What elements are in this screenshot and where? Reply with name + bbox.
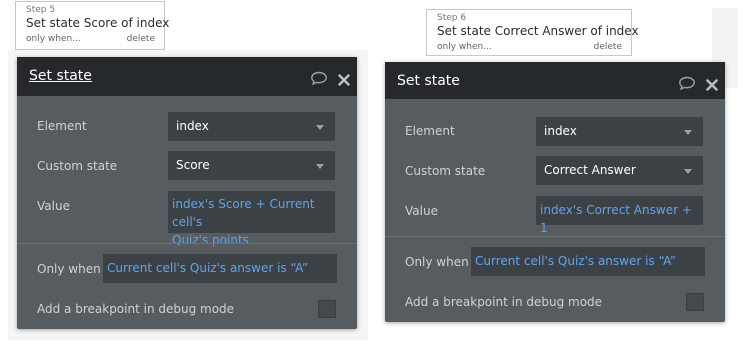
step-card-5[interactable]: Step 5 Set state Score of index only whe… — [15, 1, 170, 50]
value-expression[interactable]: index's Correct Answer + 1 — [536, 196, 703, 235]
delete-link[interactable]: delete — [594, 41, 622, 53]
speech-bubble-icon[interactable] — [678, 75, 696, 94]
step-card-6[interactable]: Step 6 Set state Correct Answer of index… — [426, 9, 639, 56]
step-title: Set state Correct Answer of index — [437, 24, 639, 38]
custom-state-dropdown[interactable]: Score — [168, 151, 335, 180]
only-when-expression[interactable]: Current cell's Quiz's answer is “A” — [471, 247, 705, 276]
panel-header: Set state — [385, 62, 725, 99]
custom-state-value: Correct Answer — [544, 163, 636, 177]
element-label: Element — [37, 119, 87, 133]
chevron-down-icon — [684, 168, 692, 174]
value-label: Value — [405, 204, 438, 218]
chevron-down-icon — [316, 163, 324, 169]
set-state-panel-right: Set state Element index Custom state Cor… — [385, 62, 725, 322]
custom-state-dropdown[interactable]: Correct Answer — [536, 156, 703, 185]
only-when-expression[interactable]: Current cell's Quiz's answer is “A” — [103, 254, 337, 283]
value-expression-line1: index's Score + Current cell's — [172, 197, 315, 229]
only-when-label: Only when — [405, 255, 469, 269]
value-expression-line2: Quiz's points — [172, 233, 249, 247]
only-when-link[interactable]: only when... — [26, 33, 81, 45]
close-icon[interactable] — [338, 71, 350, 90]
custom-state-value: Score — [176, 158, 210, 172]
element-dropdown[interactable]: index — [536, 117, 703, 146]
speech-bubble-icon[interactable] — [310, 70, 328, 89]
step-number: Step 5 — [26, 5, 56, 15]
panel-title[interactable]: Set state — [29, 68, 92, 84]
chevron-down-icon — [684, 129, 692, 135]
breakpoint-label: Add a breakpoint in debug mode — [37, 302, 235, 316]
element-label: Element — [405, 124, 455, 138]
step-number: Step 6 — [437, 13, 467, 23]
only-when-value: Current cell's Quiz's answer is “A” — [107, 261, 309, 275]
set-state-panel-left: Set state Element index Custom state Sco… — [17, 57, 357, 329]
value-expression-line1: index's Correct Answer + 1 — [540, 203, 692, 235]
close-icon[interactable] — [706, 76, 718, 95]
breakpoint-checkbox[interactable] — [318, 300, 336, 318]
breakpoint-checkbox[interactable] — [686, 293, 704, 311]
element-value: index — [176, 119, 209, 133]
value-expression[interactable]: index's Score + Current cell's Quiz's po… — [168, 191, 335, 247]
panel-header: Set state — [17, 57, 357, 96]
chevron-down-icon — [316, 124, 324, 130]
panel-title[interactable]: Set state — [397, 73, 460, 89]
only-when-label: Only when — [37, 262, 101, 276]
divider — [385, 236, 725, 237]
custom-state-label: Custom state — [37, 159, 118, 173]
value-label: Value — [37, 199, 70, 213]
only-when-value: Current cell's Quiz's answer is “A” — [475, 254, 677, 268]
only-when-link[interactable]: only when... — [437, 41, 492, 53]
step-title: Set state Score of index — [26, 16, 170, 30]
delete-link[interactable]: delete — [127, 33, 155, 45]
divider — [17, 243, 357, 244]
custom-state-label: Custom state — [405, 164, 486, 178]
element-value: index — [544, 124, 577, 138]
element-dropdown[interactable]: index — [168, 112, 335, 141]
breakpoint-label: Add a breakpoint in debug mode — [405, 295, 603, 309]
